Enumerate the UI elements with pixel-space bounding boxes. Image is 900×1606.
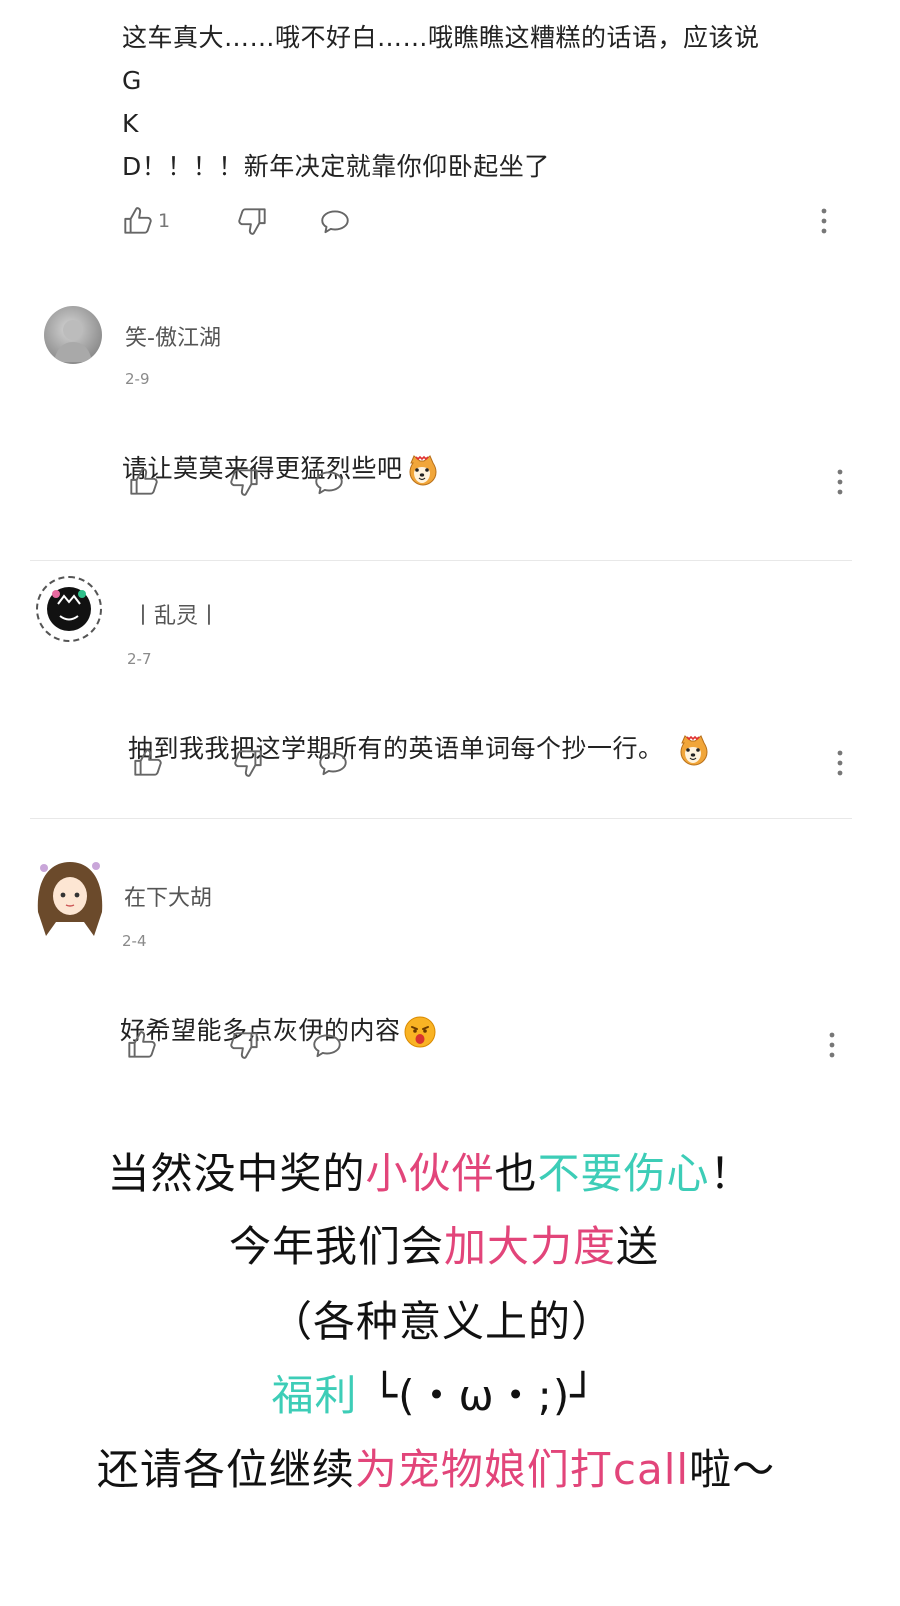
reply-bubble-icon: [316, 746, 350, 780]
reply-bubble-icon: [318, 204, 352, 238]
dislike-button[interactable]: [228, 465, 262, 499]
comment-actions: [130, 746, 846, 786]
thumbs-down-icon: [236, 204, 270, 238]
thumbs-up-icon: [124, 1028, 158, 1062]
banner-text: ！: [709, 1149, 753, 1198]
comment-actions: [124, 1028, 838, 1068]
reply-button[interactable]: [318, 204, 352, 238]
banner-text: 当然没中奖的: [107, 1149, 366, 1198]
banner-text: （各种意义上的）: [269, 1297, 614, 1346]
avatar-image: [37, 862, 103, 936]
announcement-line-2: 今年我们会加大力度送: [0, 1213, 894, 1274]
reply-button[interactable]: [312, 465, 346, 499]
reply-bubble-icon: [312, 465, 346, 499]
thumbs-down-icon: [228, 1028, 262, 1062]
like-button[interactable]: [126, 465, 160, 499]
username[interactable]: 丨乱灵丨: [132, 598, 220, 630]
more-options-icon[interactable]: [826, 1030, 838, 1060]
comment-divider: [30, 818, 852, 819]
comment-date: 2-4: [122, 932, 147, 950]
like-count: 1: [158, 210, 171, 232]
reply-bubble-icon: [310, 1028, 344, 1062]
more-options-icon[interactable]: [834, 467, 846, 497]
comment-text: 这车真大……哦不好白……哦瞧瞧这糟糕的话语，应该说 G K D！！！！新年决定就…: [122, 23, 760, 181]
username[interactable]: 笑-傲江湖: [125, 320, 221, 352]
like-button[interactable]: 1: [120, 204, 170, 238]
username[interactable]: 在下大胡: [124, 880, 212, 912]
reply-button[interactable]: [310, 1028, 344, 1062]
announcement-line-3: （各种意义上的）: [0, 1288, 892, 1349]
banner-highlight-teal: 不要伤心: [537, 1149, 710, 1198]
avatar[interactable]: [36, 576, 102, 642]
banner-highlight-pink: 小伙伴: [365, 1149, 495, 1198]
banner-text: 今年我们会: [228, 1222, 444, 1271]
dislike-button[interactable]: [228, 1028, 262, 1062]
banner-highlight-teal: 福利: [271, 1371, 358, 1420]
dislike-button[interactable]: [232, 746, 266, 780]
more-options-icon[interactable]: [834, 748, 846, 778]
comment-actions: [126, 465, 846, 505]
like-button[interactable]: [124, 1028, 158, 1062]
comment-date: 2-9: [125, 370, 150, 388]
comment-divider: [30, 560, 852, 561]
announcement-line-5: 还请各位继续为宠物娘们打call啦～: [0, 1436, 886, 1497]
thumbs-down-icon: [232, 746, 266, 780]
banner-text: 还请各位继续: [96, 1445, 355, 1494]
banner-kaomoji: └(・ω・;)┘: [357, 1371, 597, 1420]
thumbs-down-icon: [228, 465, 262, 499]
banner-text: 啦～: [689, 1445, 776, 1494]
announcement-line-4: 福利 └(・ω・;)┘: [0, 1362, 884, 1423]
banner-highlight-pink: 加大力度: [443, 1222, 616, 1271]
avatar[interactable]: [44, 306, 102, 364]
like-button[interactable]: [130, 746, 164, 780]
avatar[interactable]: [32, 852, 108, 940]
thumbs-up-icon: [130, 746, 164, 780]
comment-actions: 1: [120, 204, 840, 244]
thumbs-up-icon: [120, 204, 154, 238]
avatar-image: [47, 587, 91, 631]
dislike-button[interactable]: [236, 204, 270, 238]
announcement-line-1: 当然没中奖的小伙伴也不要伤心！: [0, 1140, 880, 1201]
banner-text: 送: [616, 1222, 660, 1271]
avatar-image: [54, 320, 92, 362]
reply-button[interactable]: [316, 746, 350, 780]
comment-date: 2-7: [127, 650, 152, 668]
more-options-icon[interactable]: [818, 206, 830, 236]
banner-text: 也: [494, 1149, 538, 1198]
banner-highlight-pink: 为宠物娘们打call: [354, 1445, 690, 1494]
thumbs-up-icon: [126, 465, 160, 499]
